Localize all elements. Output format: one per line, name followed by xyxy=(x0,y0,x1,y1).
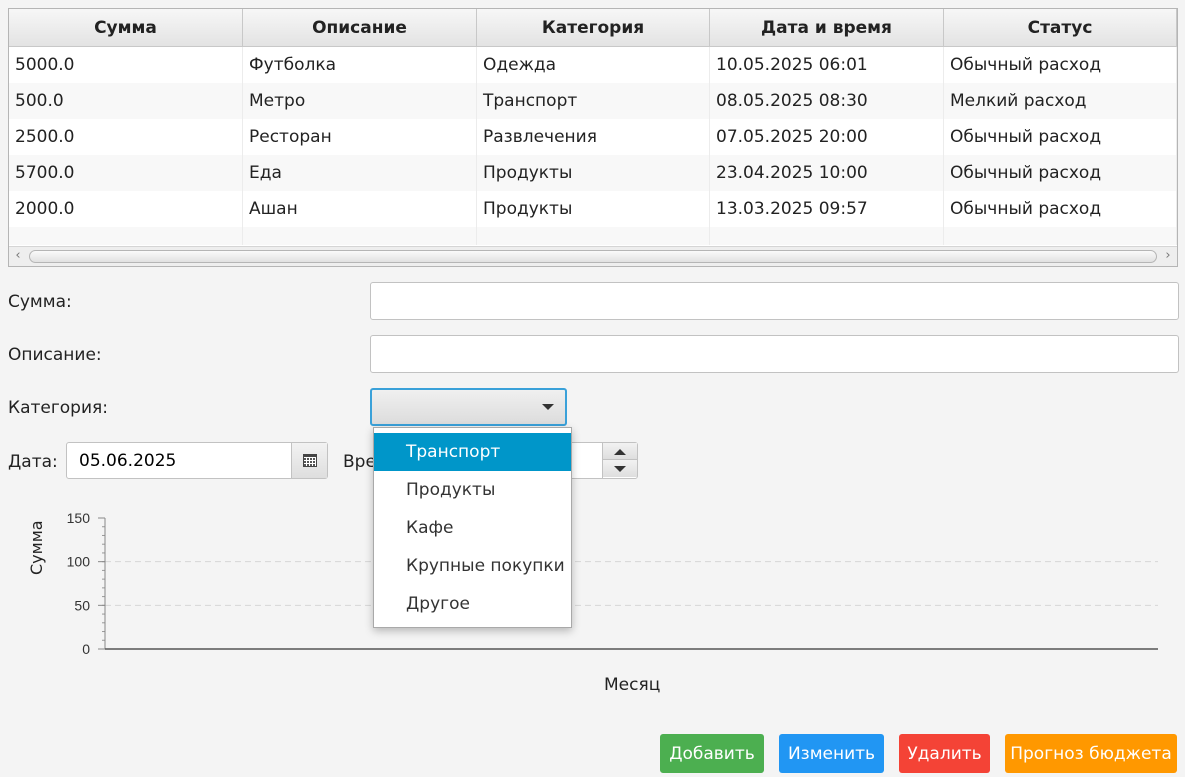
cell-datetime: 10.05.2025 06:01 xyxy=(710,47,944,83)
table-row[interactable]: 500.0 Метро Транспорт 08.05.2025 08:30 М… xyxy=(9,83,1177,119)
cell-description: Еда xyxy=(243,155,477,191)
cell-description: Ресторан xyxy=(243,119,477,155)
table-row-empty xyxy=(9,227,1177,245)
column-header-description[interactable]: Описание xyxy=(243,9,477,47)
category-combobox[interactable] xyxy=(370,388,567,426)
description-input[interactable] xyxy=(370,335,1179,373)
dropdown-option-other[interactable]: Другое xyxy=(374,585,571,623)
cell-category: Продукты xyxy=(477,155,710,191)
cell-datetime: 08.05.2025 08:30 xyxy=(710,83,944,119)
date-picker[interactable] xyxy=(66,442,328,479)
column-header-amount[interactable]: Сумма xyxy=(9,9,243,47)
table-body: 5000.0 Футболка Одежда 10.05.2025 06:01 … xyxy=(9,47,1177,245)
spinner-down-icon[interactable] xyxy=(603,460,637,477)
chart-y-tick-label: 0 xyxy=(82,641,90,657)
cell-category: Одежда xyxy=(477,47,710,83)
delete-button[interactable]: Удалить xyxy=(899,734,990,773)
chart-plot-area: 0 50 100 150 xyxy=(67,510,1158,657)
cell-description: Футболка xyxy=(243,47,477,83)
spinner-buttons xyxy=(602,443,637,478)
amount-label: Сумма: xyxy=(8,292,72,312)
chart-x-axis-label: Месяц xyxy=(604,675,661,695)
cell-category: Продукты xyxy=(477,191,710,227)
empty-cell xyxy=(9,227,243,245)
edit-button[interactable]: Изменить xyxy=(779,734,884,773)
cell-datetime: 07.05.2025 20:00 xyxy=(710,119,944,155)
scroll-right-icon[interactable]: › xyxy=(1159,247,1177,266)
table-row[interactable]: 2000.0 Ашан Продукты 13.03.2025 09:57 Об… xyxy=(9,191,1177,227)
calendar-button[interactable] xyxy=(291,443,327,478)
category-label: Категория: xyxy=(8,398,108,418)
cell-amount: 500.0 xyxy=(9,83,243,119)
chart-y-axis-label: Сумма xyxy=(27,520,46,575)
cell-description: Метро xyxy=(243,83,477,119)
amount-input[interactable] xyxy=(370,282,1179,320)
dropdown-option-cafe[interactable]: Кафе xyxy=(374,509,571,547)
cell-amount: 5700.0 xyxy=(9,155,243,191)
cell-amount: 5000.0 xyxy=(9,47,243,83)
chart-y-tick-label: 150 xyxy=(67,510,91,526)
cell-datetime: 13.03.2025 09:57 xyxy=(710,191,944,227)
column-header-status[interactable]: Статус xyxy=(944,9,1177,47)
add-button[interactable]: Добавить xyxy=(660,734,764,773)
scroll-left-icon[interactable]: ‹ xyxy=(9,247,27,266)
table-row[interactable]: 5000.0 Футболка Одежда 10.05.2025 06:01 … xyxy=(9,47,1177,83)
cell-amount: 2500.0 xyxy=(9,119,243,155)
spinner-up-icon[interactable] xyxy=(603,443,637,460)
empty-cell xyxy=(243,227,477,245)
dropdown-option-transport[interactable]: Транспорт xyxy=(374,433,571,471)
column-header-datetime[interactable]: Дата и время xyxy=(710,9,944,47)
dropdown-option-groceries[interactable]: Продукты xyxy=(374,471,571,509)
chevron-down-icon xyxy=(542,404,554,410)
description-label: Описание: xyxy=(8,345,102,365)
cell-status: Обычный расход xyxy=(944,155,1177,191)
calendar-icon xyxy=(303,454,317,467)
cell-status: Обычный расход xyxy=(944,47,1177,83)
horizontal-scrollbar[interactable]: ‹ › xyxy=(9,246,1177,266)
category-dropdown-list[interactable]: Транспорт Продукты Кафе Крупные покупки … xyxy=(373,427,572,628)
budget-forecast-button[interactable]: Прогноз бюджета xyxy=(1005,734,1177,773)
scrollbar-thumb[interactable] xyxy=(29,250,1157,263)
chart-y-tick-label: 50 xyxy=(74,597,90,613)
table-row[interactable]: 5700.0 Еда Продукты 23.04.2025 10:00 Обы… xyxy=(9,155,1177,191)
cell-status: Мелкий расход xyxy=(944,83,1177,119)
expense-chart: 0 50 100 150 xyxy=(0,500,1185,710)
cell-description: Ашан xyxy=(243,191,477,227)
dropdown-option-big-purchases[interactable]: Крупные покупки xyxy=(374,547,571,585)
cell-amount: 2000.0 xyxy=(9,191,243,227)
empty-cell xyxy=(944,227,1177,245)
date-label: Дата: xyxy=(8,452,58,472)
table-header: Сумма Описание Категория Дата и время Ст… xyxy=(9,9,1177,47)
cell-category: Развлечения xyxy=(477,119,710,155)
column-header-category[interactable]: Категория xyxy=(477,9,710,47)
expenses-table[interactable]: Сумма Описание Категория Дата и время Ст… xyxy=(8,8,1178,267)
chart-y-tick-label: 100 xyxy=(67,554,91,570)
cell-category: Транспорт xyxy=(477,83,710,119)
empty-cell xyxy=(477,227,710,245)
cell-status: Обычный расход xyxy=(944,119,1177,155)
empty-cell xyxy=(710,227,944,245)
time-label: Вре xyxy=(343,452,376,472)
cell-status: Обычный расход xyxy=(944,191,1177,227)
date-input[interactable] xyxy=(67,443,292,478)
cell-datetime: 23.04.2025 10:00 xyxy=(710,155,944,191)
table-row[interactable]: 2500.0 Ресторан Развлечения 07.05.2025 2… xyxy=(9,119,1177,155)
